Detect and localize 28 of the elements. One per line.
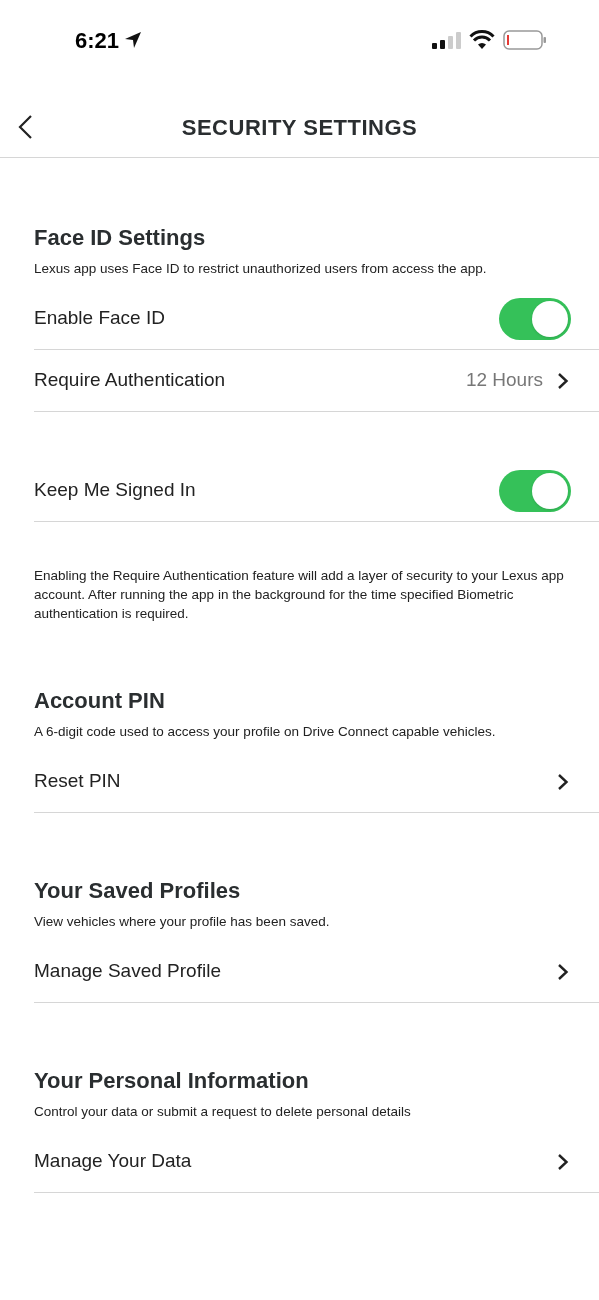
section-heading: Account PIN xyxy=(34,687,166,715)
battery-icon xyxy=(503,29,547,51)
toggle-switch[interactable] xyxy=(499,469,571,512)
toggle-switch[interactable] xyxy=(499,297,571,340)
setting-value: 12 Hours xyxy=(465,368,543,393)
wifi-icon xyxy=(469,30,495,50)
setting-label: Manage Saved Profile xyxy=(34,959,221,984)
location-arrow-icon xyxy=(123,30,144,50)
screen-title: SECURITY SETTINGS xyxy=(181,114,418,142)
section-heading: Your Personal Information xyxy=(34,1067,310,1095)
status-time: 6:21 xyxy=(75,26,120,55)
chevron-right-icon xyxy=(557,1152,569,1171)
section-description: Lexus app uses Face ID to restrict unauthorized users from access the app. xyxy=(34,260,488,278)
setting-label: Keep Me Signed In xyxy=(34,478,196,503)
section-description: View vehicles where your profile has been saved. xyxy=(34,913,331,931)
section-description: A 6-digit code used to access your profile on Drive Connect capable vehicles. xyxy=(34,723,497,741)
setting-label: Require Authentication xyxy=(34,368,226,393)
setting-label: Manage Your Data xyxy=(34,1149,192,1174)
setting-label: Enable Face ID xyxy=(34,306,165,331)
chevron-right-icon xyxy=(557,962,569,981)
signal-icon xyxy=(431,30,461,50)
section-heading: Your Saved Profiles xyxy=(34,877,242,905)
chevron-right-icon xyxy=(557,371,569,390)
info-note: Enabling the Require Authentication feature will add a layer of security to your Lexus app account. After running the app in the background for the time specified Biometric authentication is required. xyxy=(34,567,565,623)
setting-label: Reset PIN xyxy=(34,769,121,794)
chevron-right-icon xyxy=(557,772,569,791)
section-description: Control your data or submit a request to delete personal details xyxy=(34,1103,412,1121)
section-heading: Face ID Settings xyxy=(34,224,207,252)
